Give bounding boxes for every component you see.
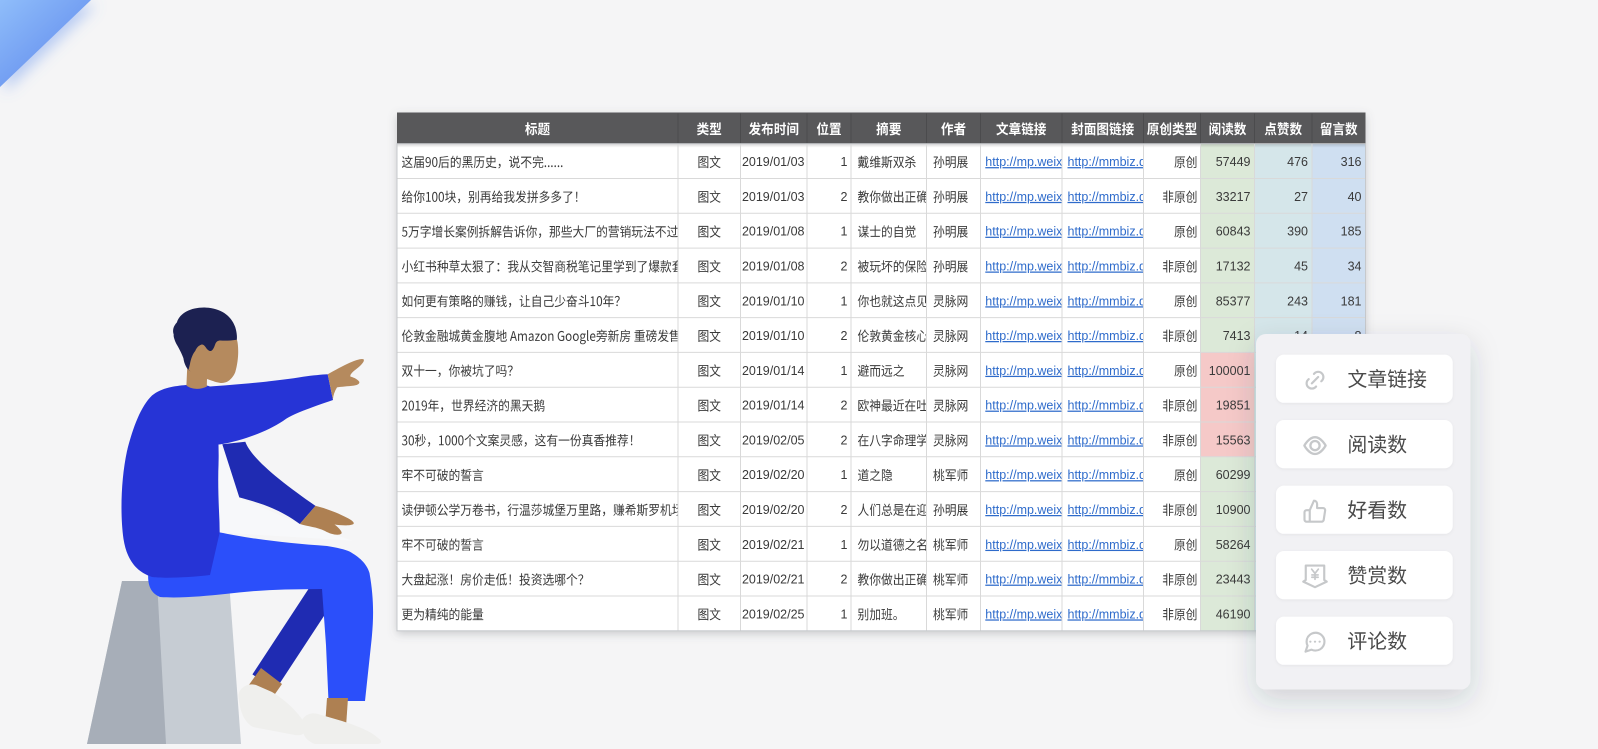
svg-text:1: 1 xyxy=(841,364,848,378)
svg-text:243: 243 xyxy=(1287,294,1308,308)
svg-text:19851: 19851 xyxy=(1216,399,1251,413)
svg-text:2019/02/21: 2019/02/21 xyxy=(742,573,805,587)
svg-text:2019/01/08: 2019/01/08 xyxy=(742,225,805,239)
svg-text:2019/01/03: 2019/01/03 xyxy=(742,155,805,169)
svg-text:390: 390 xyxy=(1287,225,1308,239)
svg-text:2: 2 xyxy=(841,573,848,587)
svg-text:1: 1 xyxy=(841,225,848,239)
svg-text:10900: 10900 xyxy=(1216,503,1251,517)
svg-text:2019/01/08: 2019/01/08 xyxy=(742,260,805,274)
svg-text:2019/01/03: 2019/01/03 xyxy=(742,190,805,204)
svg-text:46190: 46190 xyxy=(1216,607,1251,621)
svg-text:60843: 60843 xyxy=(1216,225,1251,239)
svg-text:2: 2 xyxy=(841,433,848,447)
svg-text:1: 1 xyxy=(841,294,848,308)
svg-text:2019/02/21: 2019/02/21 xyxy=(742,538,805,552)
svg-text:476: 476 xyxy=(1287,155,1308,169)
svg-text:316: 316 xyxy=(1341,155,1362,169)
svg-text:181: 181 xyxy=(1341,294,1362,308)
svg-text:2019/02/20: 2019/02/20 xyxy=(742,503,805,517)
svg-text:45: 45 xyxy=(1294,260,1308,274)
svg-text:2019/01/14: 2019/01/14 xyxy=(742,399,805,413)
svg-text:100001: 100001 xyxy=(1209,364,1251,378)
svg-text:34: 34 xyxy=(1348,260,1362,274)
svg-text:23443: 23443 xyxy=(1216,573,1251,587)
svg-text:2: 2 xyxy=(841,260,848,274)
svg-text:17132: 17132 xyxy=(1216,260,1251,274)
svg-text:1: 1 xyxy=(841,155,848,169)
svg-text:15563: 15563 xyxy=(1216,433,1251,447)
svg-text:2019/02/25: 2019/02/25 xyxy=(742,607,805,621)
svg-text:2: 2 xyxy=(841,190,848,204)
svg-text:60299: 60299 xyxy=(1216,468,1251,482)
svg-text:2: 2 xyxy=(841,399,848,413)
svg-text:2: 2 xyxy=(841,503,848,517)
svg-text:33217: 33217 xyxy=(1216,190,1251,204)
svg-text:7413: 7413 xyxy=(1223,329,1251,343)
svg-text:2019/02/05: 2019/02/05 xyxy=(742,433,805,447)
svg-text:185: 185 xyxy=(1341,225,1362,239)
svg-text:1: 1 xyxy=(841,468,848,482)
svg-text:58264: 58264 xyxy=(1216,538,1251,552)
svg-text:2019/02/20: 2019/02/20 xyxy=(742,468,805,482)
svg-text:1: 1 xyxy=(841,538,848,552)
svg-text:1: 1 xyxy=(841,607,848,621)
svg-text:2019/01/14: 2019/01/14 xyxy=(742,364,805,378)
svg-text:85377: 85377 xyxy=(1216,294,1251,308)
svg-text:2019/01/10: 2019/01/10 xyxy=(742,294,805,308)
svg-text:57449: 57449 xyxy=(1216,155,1251,169)
svg-text:2: 2 xyxy=(841,329,848,343)
svg-text:40: 40 xyxy=(1348,190,1362,204)
svg-text:2019/01/10: 2019/01/10 xyxy=(742,329,805,343)
svg-text:27: 27 xyxy=(1294,190,1308,204)
